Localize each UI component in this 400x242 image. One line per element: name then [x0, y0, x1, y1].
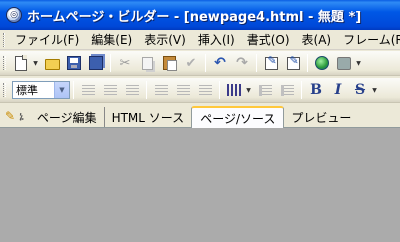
menubar-grip[interactable]: [3, 32, 5, 47]
new-page-dropdown[interactable]: ▼: [32, 53, 39, 73]
title-bar: ◎ ホームページ・ビルダー - [newpage4.html - 無題 *]: [0, 0, 400, 30]
edit-page-button[interactable]: [261, 53, 281, 73]
redo-icon: ↷: [236, 55, 248, 71]
align-bottom-icon: [198, 84, 212, 96]
paragraph-style-value: 標準: [16, 84, 38, 97]
align-right-button[interactable]: [122, 80, 142, 100]
paste-button[interactable]: [159, 53, 179, 73]
menu-bar: ファイル(F) 編集(E) 表示(V) 挿入(I) 書式(O) 表(A) フレー…: [0, 30, 400, 50]
list-icon: [227, 84, 241, 96]
toolbar-separator: [256, 54, 257, 72]
check-button[interactable]: ✔: [181, 53, 201, 73]
save-all-button[interactable]: [86, 53, 106, 73]
save-icon: [67, 56, 81, 70]
publish-button[interactable]: [312, 53, 332, 73]
align-center-button[interactable]: [100, 80, 120, 100]
align-middle-button[interactable]: [173, 80, 193, 100]
menu-view[interactable]: 表示(V): [138, 31, 192, 48]
bold-icon: B: [310, 82, 322, 98]
copy-button[interactable]: [137, 53, 157, 73]
chevron-down-icon[interactable]: ▼: [54, 82, 69, 98]
menu-insert[interactable]: 挿入(I): [192, 31, 241, 48]
list-button[interactable]: [224, 80, 244, 100]
link-icon: [337, 56, 351, 70]
check-icon: ✔: [185, 55, 197, 71]
save-button[interactable]: [64, 53, 84, 73]
menu-file[interactable]: ファイル(F): [9, 31, 85, 48]
new-page-button[interactable]: [11, 53, 31, 73]
paste-icon: [162, 56, 177, 71]
new-page-icon: [15, 55, 27, 71]
italic-button[interactable]: I: [328, 80, 348, 100]
tab-page-edit[interactable]: ページ編集: [30, 107, 105, 127]
toolbar-separator: [146, 81, 147, 99]
pencil-icon[interactable]: ✎: [5, 109, 15, 123]
tab-preview[interactable]: プレビュー: [284, 107, 358, 127]
toolbar-separator: [110, 54, 111, 72]
toolbar-separator: [205, 54, 206, 72]
menu-format[interactable]: 書式(O): [241, 31, 296, 48]
undo-button[interactable]: ↶: [210, 53, 230, 73]
align-top-icon: [154, 84, 168, 96]
tab-html-source[interactable]: HTML ソース: [105, 107, 192, 127]
edit-document-icon: [264, 54, 278, 70]
copy-icon: [141, 56, 153, 70]
edit-source-icon: [286, 54, 300, 70]
outdent-button[interactable]: [255, 80, 275, 100]
open-folder-icon: [44, 59, 60, 70]
align-center-icon: [103, 84, 117, 96]
edit-source-button[interactable]: [283, 53, 303, 73]
toolbar-grip[interactable]: [3, 56, 6, 70]
toolbar-grip[interactable]: [3, 83, 6, 97]
scissors-icon: ✂: [119, 55, 131, 71]
outdent-icon: [258, 84, 272, 96]
align-bottom-button[interactable]: [195, 80, 215, 100]
save-all-icon: [89, 56, 103, 70]
view-tabstrip: ✎ ኔ ページ編集 HTML ソース ページ/ソース プレビュー: [0, 104, 400, 128]
list-dropdown[interactable]: ▼: [245, 80, 252, 100]
align-left-button[interactable]: [78, 80, 98, 100]
menu-table[interactable]: 表(A): [296, 31, 338, 48]
toolbar-separator: [219, 81, 220, 99]
align-top-button[interactable]: [151, 80, 171, 100]
open-button[interactable]: [42, 53, 62, 73]
strikethrough-icon: S: [354, 82, 366, 98]
link-dropdown[interactable]: ▼: [355, 53, 362, 73]
align-right-icon: [125, 84, 139, 96]
toolbar-separator: [307, 54, 308, 72]
format-toolbar: 標準 ▼ ▼ B I S ▼: [0, 78, 400, 103]
align-left-icon: [81, 84, 95, 96]
strike-button[interactable]: S: [350, 80, 370, 100]
cut-button[interactable]: ✂: [115, 53, 135, 73]
format-dropdown[interactable]: ▼: [371, 80, 378, 100]
globe-icon: [315, 56, 329, 70]
app-icon[interactable]: ◎: [6, 7, 22, 23]
menu-frame[interactable]: フレーム(R): [337, 31, 400, 48]
window-title: ホームページ・ビルダー - [newpage4.html - 無題 *]: [27, 9, 362, 25]
tab-page-source[interactable]: ページ/ソース: [191, 106, 285, 128]
italic-icon: I: [334, 82, 342, 98]
paragraph-style-select[interactable]: 標準 ▼: [12, 81, 70, 99]
indent-button[interactable]: [277, 80, 297, 100]
toolbar-separator: [301, 81, 302, 99]
bold-button[interactable]: B: [306, 80, 326, 100]
indent-icon: [280, 84, 294, 96]
undo-icon: ↶: [214, 55, 226, 71]
align-middle-icon: [176, 84, 190, 96]
redo-button[interactable]: ↷: [232, 53, 252, 73]
tab-tools: ✎ ኔ: [5, 105, 24, 127]
editor-content-area[interactable]: [0, 128, 400, 242]
brush-icon[interactable]: ኔ: [19, 109, 24, 124]
standard-toolbar: ▼ ✂ ✔ ↶ ↷ ▼: [0, 51, 400, 76]
menu-edit[interactable]: 編集(E): [85, 31, 138, 48]
toolbar-separator: [73, 81, 74, 99]
link-button[interactable]: [334, 53, 354, 73]
